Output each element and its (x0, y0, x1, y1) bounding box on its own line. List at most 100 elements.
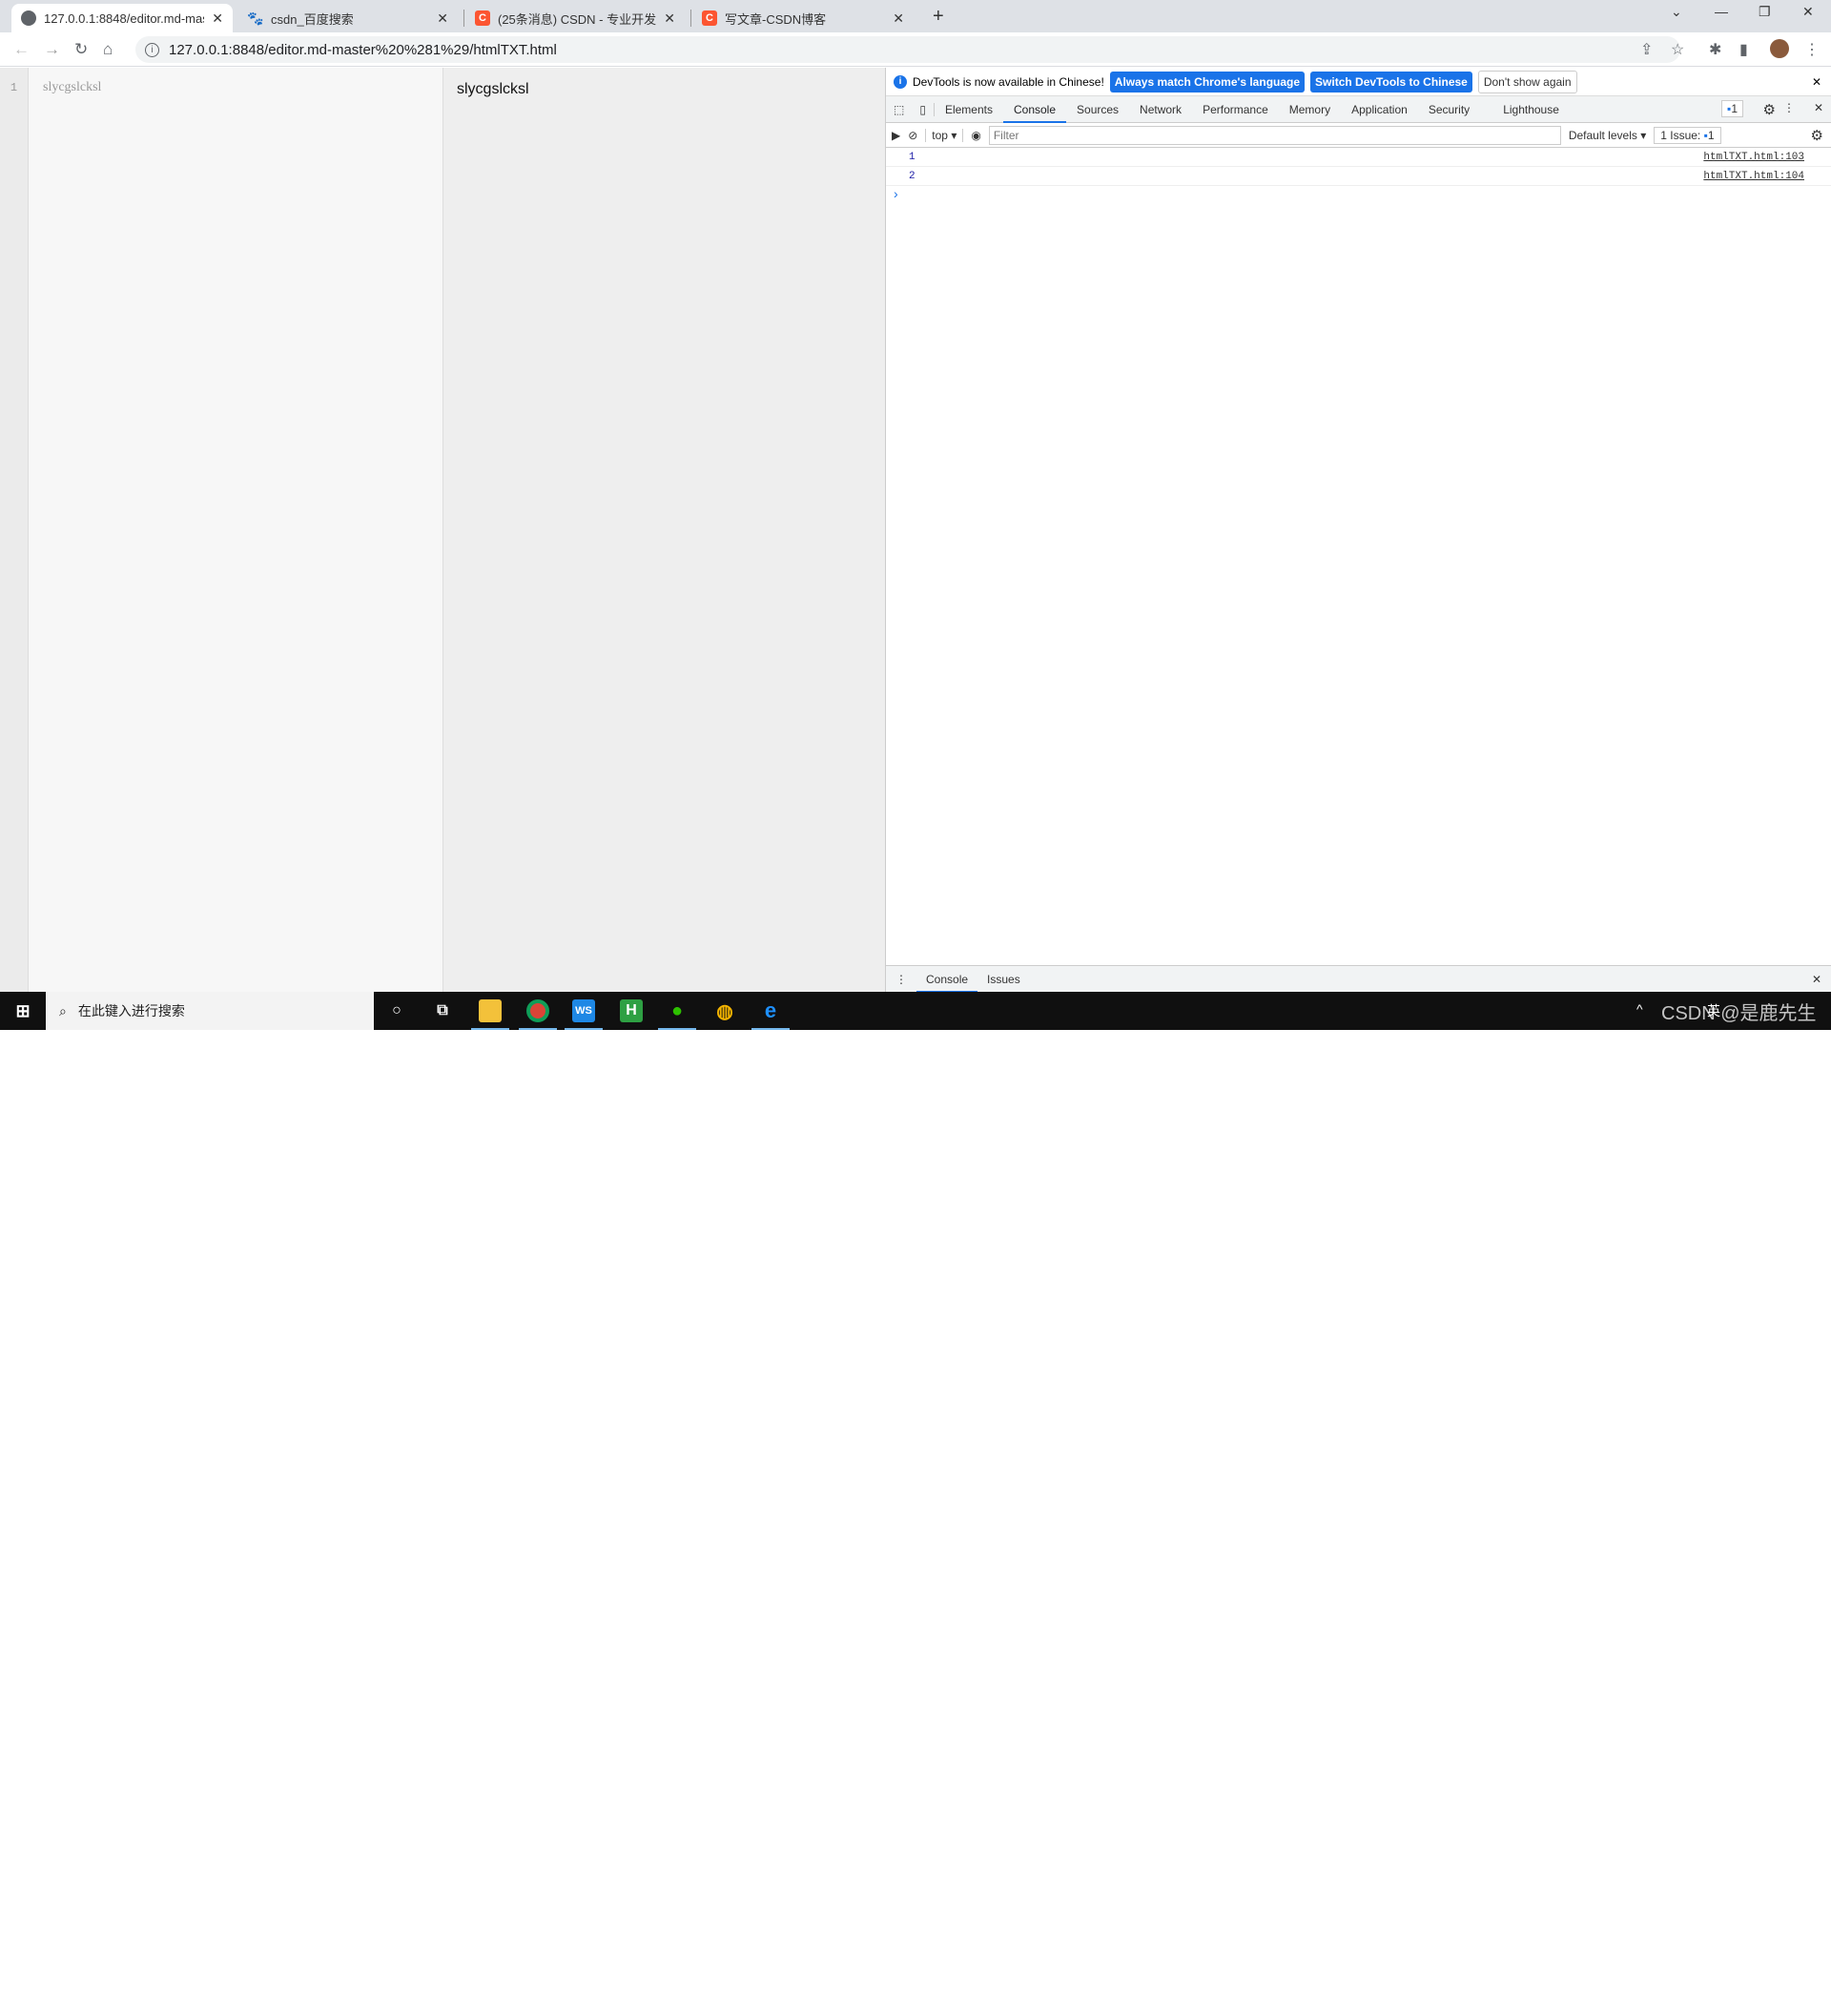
windows-start-icon[interactable]: ⊞ (11, 999, 34, 1022)
console-message: 1 htmlTXT.html:103 (886, 148, 1831, 167)
tab-csdn-write[interactable]: C 写文章-CSDN博客 ✕ (692, 4, 914, 32)
issues-badge[interactable]: ▪1 (1721, 100, 1743, 117)
chrome-icon[interactable] (526, 999, 549, 1022)
new-tab-button[interactable]: + (933, 6, 944, 28)
tab-sources[interactable]: Sources (1066, 96, 1129, 123)
close-tab-icon[interactable]: ✕ (437, 10, 448, 27)
tab-memory[interactable]: Memory (1279, 96, 1341, 123)
levels-label: Default levels (1568, 128, 1637, 142)
forward-icon[interactable]: → (44, 40, 60, 59)
globe-icon (21, 10, 36, 26)
close-tab-icon[interactable]: ✕ (893, 10, 904, 27)
console-settings-icon[interactable]: ⚙ (1811, 127, 1823, 144)
drawer-tab-console[interactable]: Console (916, 966, 978, 993)
menu-icon[interactable]: ⋮ (1804, 40, 1820, 59)
tab-baidu[interactable]: 🐾 csdn_百度搜索 ✕ (238, 4, 458, 32)
log-levels-dropdown[interactable]: Default levels ▾ (1569, 129, 1646, 142)
minimize-icon[interactable]: — (1715, 4, 1728, 19)
clock[interactable]: 11:03 2022/1/30 (1764, 1985, 1815, 2016)
settings-icon[interactable]: ⚙ (1763, 101, 1776, 118)
tab-strip: 127.0.0.1:8848/editor.md-master ✕ 🐾 csdn… (0, 0, 1831, 32)
match-language-button[interactable]: Always match Chrome's language (1109, 71, 1306, 93)
sidebar-toggle-icon[interactable]: ▶ (892, 129, 900, 142)
device-toolbar-icon[interactable]: ▯ (912, 102, 935, 116)
info-icon[interactable]: i (145, 42, 159, 57)
tab-csdn-messages[interactable]: C (25条消息) CSDN - 专业开发者社 ✕ (465, 4, 685, 32)
side-panel-icon[interactable]: ▮ (1739, 40, 1748, 59)
reload-icon[interactable]: ↻ (74, 40, 88, 59)
context-select[interactable]: top ▾ (925, 128, 964, 142)
close-devtools-icon[interactable]: ✕ (1814, 101, 1823, 114)
clear-console-icon[interactable]: ⊘ (908, 129, 917, 142)
tab-network[interactable]: Network (1129, 96, 1192, 123)
address-bar[interactable]: i 127.0.0.1:8848/editor.md-master%20%281… (135, 36, 1680, 63)
wechat-icon[interactable]: ● (666, 999, 689, 1022)
drawer-tab-issues[interactable]: Issues (977, 973, 1030, 986)
filter-input[interactable] (988, 125, 1561, 145)
console-prompt[interactable]: › (886, 186, 1831, 201)
avatar[interactable] (1770, 39, 1789, 58)
source-link[interactable]: htmlTXT.html:104 (1703, 171, 1804, 182)
edge-icon[interactable]: e (759, 998, 782, 1022)
tab-console[interactable]: Console (1002, 96, 1067, 123)
devtools-panel: i DevTools is now available in Chinese! … (885, 68, 1831, 993)
restore-icon[interactable]: ❐ (1759, 4, 1771, 20)
home-icon[interactable]: ⌂ (103, 40, 113, 59)
tab-security[interactable]: Security (1418, 96, 1480, 123)
issues-button[interactable]: 1 Issue: ▪1 (1654, 126, 1721, 144)
extensions-icon[interactable]: ✱ (1709, 40, 1721, 59)
more-icon[interactable]: ⋮ (1783, 101, 1795, 114)
console-toolbar: ▶ ⊘ top ▾ ◉ Default levels ▾ 1 Issue: ▪1… (886, 123, 1831, 148)
devtools-tabs: ⬚ ▯ Elements Console Sources Network Per… (886, 96, 1831, 123)
tab-performance[interactable]: Performance (1192, 96, 1279, 123)
editor-text[interactable]: slycgslcksl (43, 80, 101, 95)
tab-divider (690, 10, 691, 27)
tab-application[interactable]: Application (1341, 96, 1418, 123)
tab-title: (25条消息) CSDN - 专业开发者社 (498, 11, 657, 27)
inspect-icon[interactable]: ⬚ (886, 103, 912, 116)
webstorm-icon[interactable]: WS (572, 999, 595, 1022)
hbuilder-icon[interactable]: H (620, 999, 643, 1022)
infobar-message: DevTools is now available in Chinese! (913, 74, 1104, 89)
close-infobar-icon[interactable]: ✕ (1812, 75, 1821, 89)
search-icon: ⌕ (59, 1002, 67, 1018)
cortana-icon[interactable]: ○ (385, 999, 408, 1022)
log-value: 1 (909, 151, 916, 163)
app-icon[interactable]: ◍ (713, 999, 736, 1022)
tab-search-icon[interactable]: ⌄ (1671, 4, 1682, 20)
toolbar: ← → ↻ ⌂ i 127.0.0.1:8848/editor.md-maste… (0, 32, 1831, 67)
info-icon: i (894, 74, 907, 89)
issues-count: 1 (1707, 128, 1715, 142)
tab-elements[interactable]: Elements (935, 96, 1003, 123)
markdown-preview: slycgslcksl (442, 68, 885, 992)
back-icon[interactable]: ← (13, 40, 30, 59)
csdn-icon: C (475, 10, 490, 26)
drawer-menu-icon[interactable]: ⋮ (886, 973, 916, 986)
line-gutter: 1 (0, 68, 29, 992)
line-number: 1 (10, 81, 18, 94)
url-text: 127.0.0.1:8848/editor.md-master%20%281%2… (169, 41, 557, 58)
close-drawer-icon[interactable]: ✕ (1812, 973, 1821, 986)
bookmark-star-icon[interactable]: ☆ (1671, 40, 1684, 59)
markdown-editor[interactable]: 1 slycgslcksl (0, 68, 442, 992)
dont-show-again-button[interactable]: Don't show again (1477, 70, 1577, 93)
context-value: top (932, 128, 948, 142)
tab-lighthouse[interactable]: Lighthouse (1480, 96, 1570, 123)
close-window-icon[interactable]: ✕ (1802, 4, 1814, 20)
tab-editor[interactable]: 127.0.0.1:8848/editor.md-master ✕ (11, 4, 233, 32)
taskbar-search[interactable]: ⌕ 在此键入进行搜索 (46, 992, 374, 1030)
tray-expand-icon[interactable]: ^ (1636, 1001, 1643, 1017)
console-message: 2 htmlTXT.html:104 (886, 167, 1831, 186)
date: 2022/1/30 (1764, 2002, 1816, 2015)
file-explorer-icon[interactable] (479, 999, 502, 1022)
share-icon[interactable]: ⇪ (1640, 40, 1653, 59)
close-tab-icon[interactable]: ✕ (212, 10, 223, 27)
search-placeholder: 在此键入进行搜索 (77, 1003, 185, 1018)
language-infobar: i DevTools is now available in Chinese! … (886, 68, 1831, 96)
switch-chinese-button[interactable]: Switch DevTools to Chinese (1310, 71, 1472, 93)
close-tab-icon[interactable]: ✕ (664, 10, 675, 27)
tab-title: 写文章-CSDN博客 (725, 11, 827, 27)
task-view-icon[interactable]: ⧉ (431, 999, 454, 1022)
source-link[interactable]: htmlTXT.html:103 (1703, 152, 1804, 163)
live-expression-icon[interactable]: ◉ (971, 129, 980, 142)
